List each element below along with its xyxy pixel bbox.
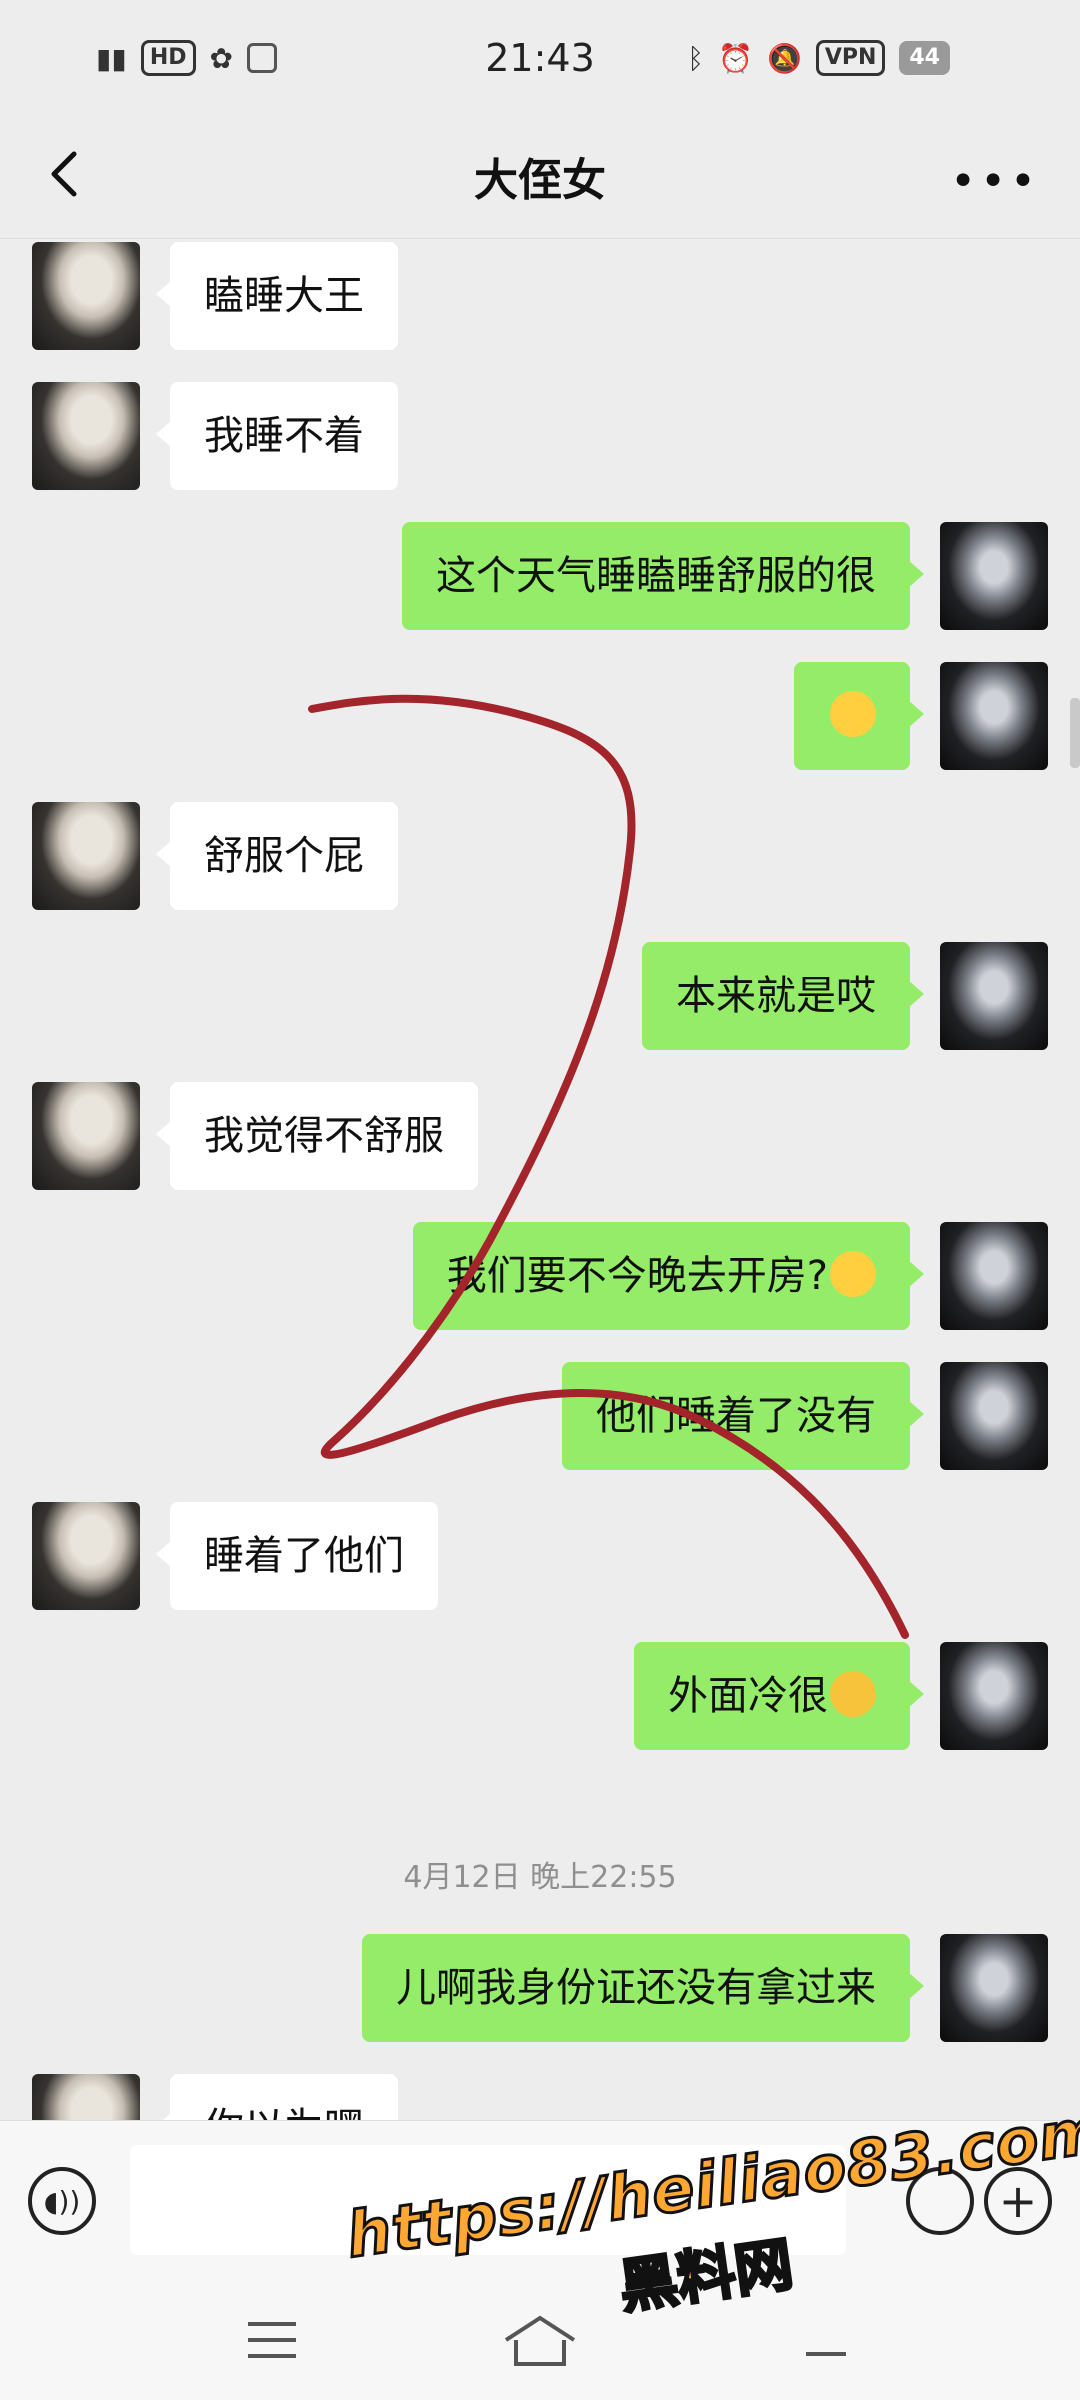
self-avatar[interactable] bbox=[940, 1934, 1048, 2042]
outgoing-message-bubble[interactable] bbox=[794, 662, 924, 770]
message-row: 睡着了他们 bbox=[0, 1502, 1080, 1610]
laugh-cry-emoji-icon bbox=[830, 1671, 876, 1717]
incoming-message-bubble[interactable]: 瞌睡大王 bbox=[156, 242, 398, 350]
message-row: 他们睡着了没有 bbox=[0, 1362, 1080, 1470]
message-row: 你以为嘿 bbox=[0, 2074, 1080, 2120]
message-text: 这个天气睡瞌睡舒服的很 bbox=[436, 553, 876, 599]
mute-icon: 🔕 bbox=[766, 41, 802, 75]
contact-avatar[interactable] bbox=[32, 1502, 140, 1610]
self-avatar[interactable] bbox=[940, 1222, 1048, 1330]
outgoing-message-bubble[interactable]: 这个天气睡瞌睡舒服的很 bbox=[402, 522, 924, 630]
self-avatar[interactable] bbox=[940, 1362, 1048, 1470]
alarm-icon: ⏰ bbox=[718, 41, 753, 75]
chat-messages[interactable]: 瞌睡大王我睡不着这个天气睡瞌睡舒服的很舒服个屁本来就是哎我觉得不舒服我们要不今晚… bbox=[0, 238, 1080, 2120]
outgoing-message-bubble[interactable]: 他们睡着了没有 bbox=[562, 1362, 924, 1470]
grin-emoji-icon bbox=[830, 691, 876, 737]
message-text: 我觉得不舒服 bbox=[204, 1113, 444, 1159]
message-text: 瞌睡大王 bbox=[204, 273, 364, 319]
message-text: 舒服个屁 bbox=[204, 833, 364, 879]
outgoing-message-bubble[interactable]: 我们要不今晚去开房? bbox=[412, 1222, 925, 1330]
self-avatar[interactable] bbox=[940, 662, 1048, 770]
message-text: 我睡不着 bbox=[204, 413, 364, 459]
message-text: 本来就是哎 bbox=[676, 973, 876, 1019]
bluetooth-icon: ᛒ bbox=[687, 41, 705, 75]
incoming-message-bubble[interactable]: 舒服个屁 bbox=[156, 802, 398, 910]
outgoing-message-bubble[interactable]: 外面冷很 bbox=[634, 1642, 924, 1750]
status-right-icons: ᛒ ⏰ 🔕 VPN 44 bbox=[687, 40, 950, 76]
status-bar: ▮▮ HD ✿ 21:43 ᛒ ⏰ 🔕 VPN 44 bbox=[0, 0, 1080, 120]
outgoing-message-bubble[interactable]: 本来就是哎 bbox=[642, 942, 924, 1050]
message-row bbox=[0, 662, 1080, 770]
message-text: 外面冷很 bbox=[668, 1673, 828, 1719]
self-avatar[interactable] bbox=[940, 1642, 1048, 1750]
grin-emoji-icon bbox=[830, 1251, 876, 1297]
message-text: 他们睡着了没有 bbox=[596, 1393, 876, 1439]
message-timestamp: 4月12日 晚上22:55 bbox=[403, 1860, 677, 1895]
contact-avatar[interactable] bbox=[32, 382, 140, 490]
message-text: 我们要不今晚去开房? bbox=[446, 1253, 828, 1299]
incoming-message-bubble[interactable]: 我觉得不舒服 bbox=[156, 1082, 478, 1190]
message-row: 舒服个屁 bbox=[0, 802, 1080, 910]
self-avatar[interactable] bbox=[940, 942, 1048, 1050]
battery-icon: 44 bbox=[899, 41, 950, 75]
scrollbar[interactable] bbox=[1070, 698, 1080, 768]
message-row: 这个天气睡瞌睡舒服的很 bbox=[0, 522, 1080, 630]
voice-input-icon[interactable]: ◖)) bbox=[28, 2167, 96, 2235]
message-row: 我们要不今晚去开房? bbox=[0, 1222, 1080, 1330]
message-row: 瞌睡大王 bbox=[0, 242, 1080, 350]
message-row: 我睡不着 bbox=[0, 382, 1080, 490]
menu-icon[interactable] bbox=[242, 2310, 302, 2370]
message-row: 外面冷很 bbox=[0, 1642, 1080, 1750]
incoming-message-bubble[interactable]: 我睡不着 bbox=[156, 382, 398, 490]
message-text: 你以为嘿 bbox=[204, 2105, 364, 2120]
contact-avatar[interactable] bbox=[32, 1082, 140, 1190]
outgoing-message-bubble[interactable]: 儿啊我身份证还没有拿过来 bbox=[362, 1934, 924, 2042]
incoming-message-bubble[interactable]: 你以为嘿 bbox=[156, 2074, 398, 2120]
self-avatar[interactable] bbox=[940, 522, 1048, 630]
contact-avatar[interactable] bbox=[32, 242, 140, 350]
contact-avatar[interactable] bbox=[32, 2074, 140, 2120]
incoming-message-bubble[interactable]: 睡着了他们 bbox=[156, 1502, 438, 1610]
contact-avatar[interactable] bbox=[32, 802, 140, 910]
chat-title: 大侄女 bbox=[474, 155, 606, 206]
chat-header: 大侄女 ••• bbox=[0, 120, 1080, 239]
back-nav-icon[interactable] bbox=[796, 2310, 856, 2370]
message-text: 睡着了他们 bbox=[204, 1533, 404, 1579]
message-row: 我觉得不舒服 bbox=[0, 1082, 1080, 1190]
message-text: 儿啊我身份证还没有拿过来 bbox=[396, 1965, 876, 2011]
more-options-icon[interactable]: ••• bbox=[950, 156, 1040, 207]
message-row: 本来就是哎 bbox=[0, 942, 1080, 1050]
vpn-icon: VPN bbox=[815, 40, 886, 76]
message-row: 儿啊我身份证还没有拿过来 bbox=[0, 1934, 1080, 2042]
